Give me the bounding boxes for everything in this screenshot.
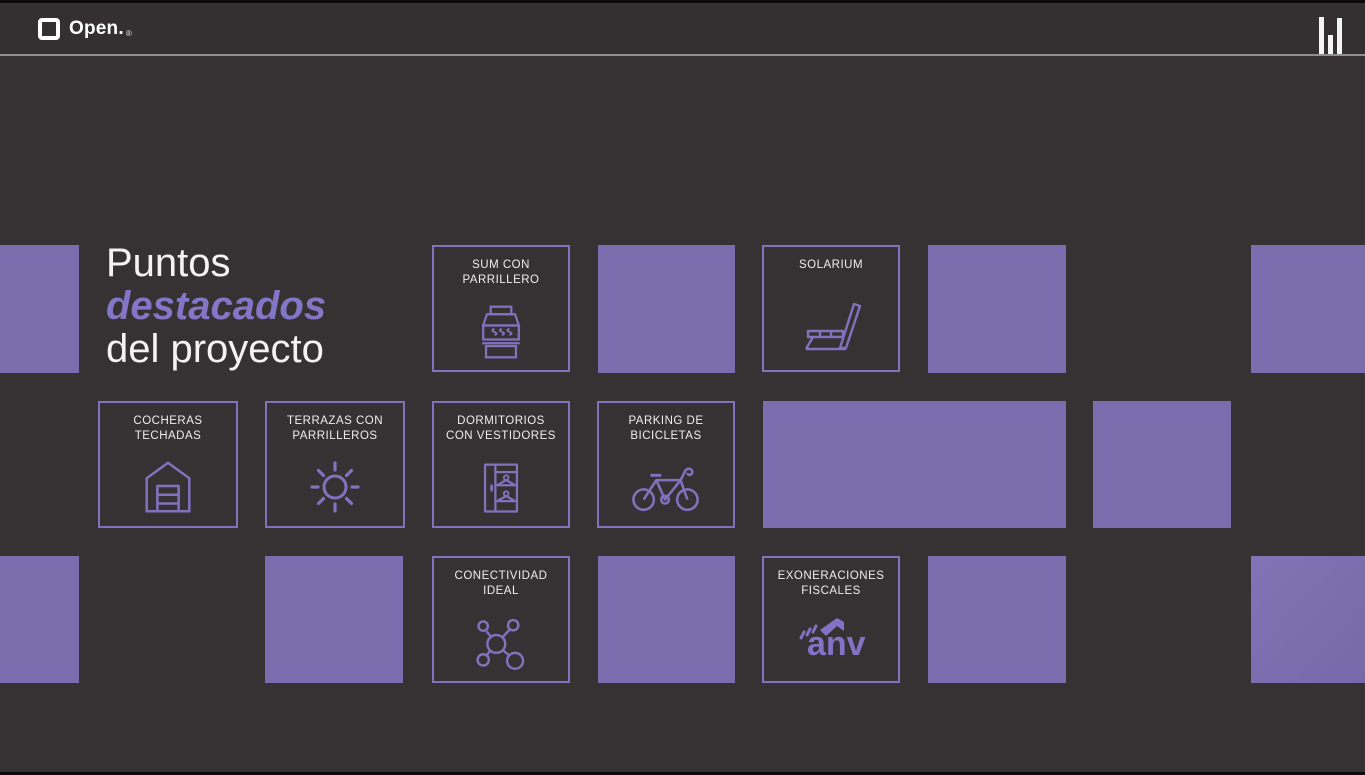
card-sum-parrillero: SUM CON PARRILLERO: [432, 245, 570, 372]
brand-logo[interactable]: Open. ®: [38, 18, 132, 40]
page-title-line2: destacados: [106, 285, 326, 328]
purple-tile: [928, 245, 1066, 373]
purple-tile: [1093, 401, 1231, 528]
purple-tile: [598, 556, 735, 683]
network-icon: [471, 613, 531, 673]
bicycle-icon: [631, 458, 701, 514]
page-title-line1: Puntos: [106, 242, 326, 285]
header-bar: Open. ®: [0, 3, 1365, 56]
purple-tile-wide: [763, 401, 1066, 528]
garage-icon: [137, 456, 199, 518]
sun-icon: [303, 454, 367, 518]
purple-tile: [928, 556, 1066, 683]
lounge-chair-icon: [798, 298, 864, 356]
card-cocheras: COCHERAS TECHADAS: [98, 401, 238, 528]
anv-logo: anv: [783, 611, 879, 673]
card-label: COCHERAS TECHADAS: [100, 414, 236, 444]
card-label: DORMITORIOS CON VESTIDORES: [434, 414, 568, 444]
purple-tile: [0, 245, 79, 373]
card-conectividad: CONECTIVIDAD IDEAL: [432, 556, 570, 683]
registered-mark: ®: [126, 29, 132, 38]
brand-wordmark: Open.: [69, 18, 124, 40]
page-title: Puntos destacados del proyecto: [106, 242, 326, 371]
menu-button[interactable]: [1319, 16, 1342, 54]
slide: Open. ® Puntos destacados del proyecto S…: [0, 0, 1365, 775]
card-dormitorios: DORMITORIOS CON VESTIDORES: [432, 401, 570, 528]
card-solarium: SOLARIUM: [762, 245, 900, 372]
card-label: TERRAZAS CON PARRILLEROS: [267, 414, 403, 444]
wardrobe-icon: [471, 458, 531, 518]
open-square-icon: [38, 18, 60, 40]
purple-tile: [0, 556, 79, 683]
purple-tile: [1251, 245, 1365, 373]
card-parking: PARKING DE BICICLETAS: [597, 401, 735, 528]
page-title-line3: del proyecto: [106, 328, 326, 371]
purple-tile: [1251, 556, 1365, 683]
anv-wordmark: anv: [807, 627, 866, 661]
menu-bars-icon: [1328, 35, 1333, 54]
card-label: EXONERACIONES FISCALES: [764, 569, 898, 599]
purple-tile: [598, 245, 735, 373]
menu-bars-icon: [1337, 18, 1342, 54]
card-terrazas: TERRAZAS CON PARRILLEROS: [265, 401, 405, 528]
purple-tile: [265, 556, 403, 683]
card-label: PARKING DE BICICLETAS: [599, 414, 733, 444]
card-label: CONECTIVIDAD IDEAL: [434, 569, 568, 599]
card-exoneraciones: EXONERACIONES FISCALES anv: [762, 556, 900, 683]
grill-icon: [471, 302, 531, 362]
card-label: SUM CON PARRILLERO: [434, 258, 568, 288]
card-label: SOLARIUM: [764, 258, 898, 273]
menu-bars-icon: [1319, 17, 1324, 54]
